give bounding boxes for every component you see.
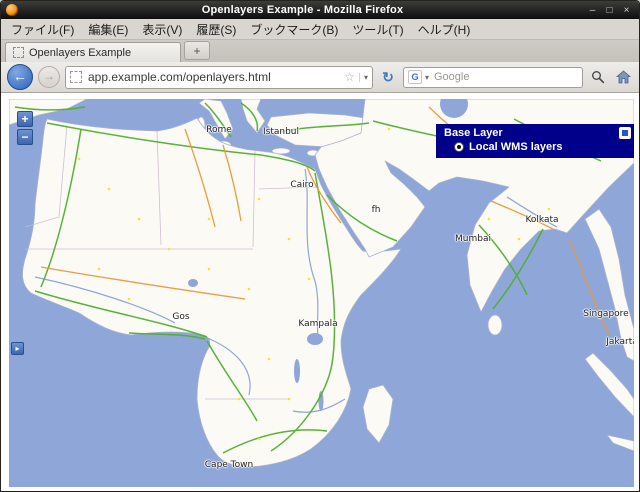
layer-switcher-title: Base Layer (444, 127, 634, 139)
map-edge-button[interactable]: ▸ (11, 342, 24, 355)
forward-button[interactable]: → (38, 66, 60, 88)
navigation-toolbar: ← → ☆ ▾ ↻ G ▾ (1, 62, 639, 93)
map-city-label: Mumbai (455, 234, 491, 244)
map-city-label: Istanbul (263, 127, 299, 137)
search-input[interactable] (432, 70, 578, 84)
search-go-button[interactable] (588, 67, 608, 87)
close-button[interactable]: × (619, 4, 634, 17)
base-layer-label: Local WMS layers (469, 141, 563, 153)
search-engine-dropdown-icon[interactable]: ▾ (425, 73, 429, 82)
tab-bar: Openlayers Example + (1, 40, 639, 62)
new-tab-button[interactable]: + (184, 41, 210, 60)
map-city-label: Rome (206, 125, 232, 135)
map-city-label: Cape Town (205, 460, 253, 470)
menu-bookmarks[interactable]: ブックマーク(B) (243, 19, 345, 40)
firefox-icon (6, 4, 18, 16)
page-content: Rome Istanbul Cairo fh Kolkata Mumbai Gos Kampa… (1, 93, 639, 491)
zoom-out-button[interactable]: − (17, 129, 33, 145)
site-identity-icon[interactable] (70, 71, 82, 83)
titlebar: Openlayers Example - Mozilla Firefox – □… (1, 1, 639, 19)
map-city-label: Kolkata (525, 215, 558, 225)
menu-tools[interactable]: ツール(T) (345, 19, 410, 40)
map-city-label: fh (372, 205, 381, 215)
menu-help[interactable]: ヘルプ(H) (411, 19, 478, 40)
url-input[interactable] (86, 69, 340, 85)
browser-window: Openlayers Example - Mozilla Firefox – □… (0, 0, 640, 492)
back-button[interactable]: ← (7, 64, 33, 90)
tab-favicon-icon (13, 47, 24, 58)
map-city-label: Jakarta (606, 337, 634, 347)
google-engine-icon[interactable]: G (408, 70, 422, 84)
map-city-label: Cairo (290, 180, 313, 190)
magnifier-icon (591, 70, 605, 84)
zoom-in-button[interactable]: + (17, 111, 33, 127)
openlayers-map[interactable]: Rome Istanbul Cairo fh Kolkata Mumbai Gos Kampa… (9, 99, 634, 487)
layer-switcher-minimize-icon[interactable] (619, 127, 631, 139)
menubar: ファイル(F) 編集(E) 表示(V) 履歴(S) ブックマーク(B) ツール(… (1, 19, 639, 40)
menu-file[interactable]: ファイル(F) (4, 19, 81, 40)
base-layer-row[interactable]: Local WMS layers (454, 141, 634, 153)
base-layer-radio[interactable] (454, 142, 464, 152)
map-city-label: Kampala (298, 319, 337, 329)
map-city-label: Singapore (583, 309, 628, 319)
tab-label: Openlayers Example (29, 47, 131, 59)
reload-button[interactable]: ↻ (378, 67, 398, 87)
url-bar[interactable]: ☆ ▾ (65, 66, 373, 89)
maximize-button[interactable]: □ (602, 4, 617, 17)
minimize-button[interactable]: – (585, 4, 600, 17)
menu-history[interactable]: 履歴(S) (189, 19, 243, 40)
bookmark-star-icon[interactable]: ☆ (344, 70, 355, 84)
map-city-label: Gos (172, 312, 189, 322)
home-icon (616, 70, 631, 84)
menu-view[interactable]: 表示(V) (135, 19, 189, 40)
menu-edit[interactable]: 編集(E) (81, 19, 135, 40)
tab-openlayers-example[interactable]: Openlayers Example (5, 42, 181, 62)
window-title: Openlayers Example - Mozilla Firefox (22, 4, 583, 16)
home-button[interactable] (613, 67, 633, 87)
url-dropdown-icon[interactable]: ▾ (359, 73, 368, 82)
layer-switcher-panel: Base Layer Local WMS layers (436, 124, 634, 158)
search-bar[interactable]: G ▾ (403, 67, 583, 88)
